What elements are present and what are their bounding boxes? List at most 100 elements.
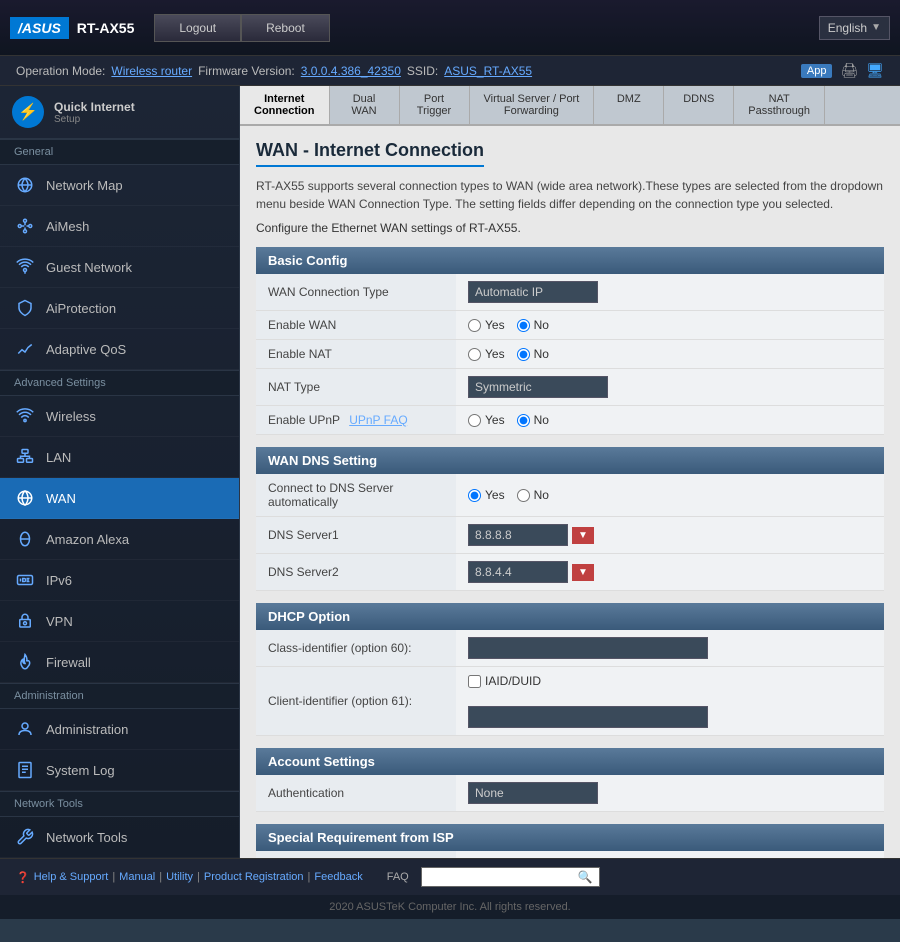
tab-dmz[interactable]: DMZ: [594, 86, 664, 124]
enable-wan-yes-label[interactable]: Yes: [468, 318, 505, 332]
quick-setup-subtitle: Setup: [54, 114, 135, 125]
tab-port-trigger[interactable]: PortTrigger: [400, 86, 470, 124]
enable-wan-yes-radio[interactable]: [468, 319, 481, 332]
router-model: RT-AX55: [77, 20, 135, 36]
connect-dns-yes-radio[interactable]: [468, 489, 481, 502]
client-id-input[interactable]: [468, 706, 708, 728]
tab-nat-passthrough[interactable]: NATPassthrough: [734, 86, 825, 124]
adaptive-qos-label: Adaptive QoS: [46, 342, 126, 357]
enable-upnp-yes-radio[interactable]: [468, 414, 481, 427]
connect-dns-no-radio[interactable]: [517, 489, 530, 502]
client-id-row: Client-identifier (option 61): IAID/DUID: [256, 667, 884, 736]
sidebar-item-wan[interactable]: WAN: [0, 478, 239, 519]
tab-virtual-server[interactable]: Virtual Server / PortForwarding: [470, 86, 595, 124]
sidebar-item-vpn[interactable]: VPN: [0, 601, 239, 642]
enable-wan-cell: Yes No: [456, 311, 884, 340]
enable-wan-no-radio[interactable]: [517, 319, 530, 332]
wan-connection-type-label: WAN Connection Type: [256, 274, 456, 311]
utility-link[interactable]: Utility: [166, 871, 193, 883]
enable-upnp-yes-label[interactable]: Yes: [468, 413, 505, 427]
upnp-faq-link[interactable]: UPnP FAQ: [349, 413, 407, 427]
enable-nat-no-radio[interactable]: [517, 348, 530, 361]
sidebar-item-wireless[interactable]: Wireless: [0, 396, 239, 437]
tab-dual-wan[interactable]: DualWAN: [330, 86, 400, 124]
status-bar: Operation Mode: Wireless router Firmware…: [0, 56, 900, 86]
firmware-label: Firmware Version:: [198, 64, 295, 78]
dns1-arrow-button[interactable]: ▼: [572, 527, 594, 544]
logout-button[interactable]: Logout: [154, 14, 241, 42]
enable-wan-no-label[interactable]: No: [517, 318, 549, 332]
app-badge[interactable]: App: [801, 64, 833, 78]
nat-type-cell: Symmetric Full Cone Restricted Cone Port…: [456, 369, 884, 406]
sidebar-item-network-tools[interactable]: Network Tools: [0, 817, 239, 858]
logo-area: /ASUS RT-AX55: [10, 17, 134, 39]
manual-link[interactable]: Manual: [119, 871, 155, 883]
sidebar-item-administration[interactable]: Administration: [0, 709, 239, 750]
firmware-link[interactable]: 3.0.0.4.386_42350: [301, 64, 401, 78]
help-support-link[interactable]: Help & Support: [34, 871, 109, 883]
sidebar-item-amazon-alexa[interactable]: Amazon Alexa: [0, 519, 239, 560]
basic-config-header: Basic Config: [256, 247, 884, 274]
ssid-label: SSID:: [407, 64, 438, 78]
host-name-cell: [456, 851, 884, 858]
footer-search[interactable]: 🔍: [421, 867, 600, 887]
dns1-input[interactable]: [468, 524, 568, 546]
enable-wan-label: Enable WAN: [256, 311, 456, 340]
lan-label: LAN: [46, 450, 71, 465]
class-id-input[interactable]: [468, 637, 708, 659]
language-selector[interactable]: English ▼: [819, 16, 890, 40]
sidebar-item-network-map[interactable]: Network Map: [0, 165, 239, 206]
special-req-header: Special Requirement from ISP: [256, 824, 884, 851]
quick-setup-text: Quick Internet Setup: [54, 100, 135, 125]
sidebar-item-ipv6[interactable]: IPv6: [0, 560, 239, 601]
footer-search-icon[interactable]: 🔍: [572, 868, 599, 886]
tab-ddns[interactable]: DDNS: [664, 86, 734, 124]
sidebar-item-lan[interactable]: LAN: [0, 437, 239, 478]
enable-upnp-no-radio[interactable]: [517, 414, 530, 427]
dhcp-option-table: Class-identifier (option 60): Client-ide…: [256, 630, 884, 736]
sidebar-item-aiprotection[interactable]: AiProtection: [0, 288, 239, 329]
sidebar-item-firewall[interactable]: Firewall: [0, 642, 239, 683]
faq-label: FAQ: [387, 871, 409, 883]
product-registration-link[interactable]: Product Registration: [204, 871, 304, 883]
enable-upnp-no-label[interactable]: No: [517, 413, 549, 427]
iaid-duid-label[interactable]: IAID/DUID: [468, 674, 872, 688]
print-icon[interactable]: 🖨: [840, 62, 858, 79]
enable-nat-row: Enable NAT Yes No: [256, 340, 884, 369]
iaid-duid-checkbox[interactable]: [468, 675, 481, 688]
feedback-link[interactable]: Feedback: [314, 871, 362, 883]
dhcp-option-header: DHCP Option: [256, 603, 884, 630]
reboot-button[interactable]: Reboot: [241, 14, 330, 42]
nat-type-select[interactable]: Symmetric Full Cone Restricted Cone Port…: [468, 376, 608, 398]
sidebar-item-system-log[interactable]: System Log: [0, 750, 239, 791]
top-bar: /ASUS RT-AX55 Logout Reboot English ▼: [0, 0, 900, 56]
qos-icon: [14, 338, 36, 360]
enable-nat-no-label[interactable]: No: [517, 347, 549, 361]
client-id-cell: IAID/DUID: [456, 667, 884, 736]
connect-dns-no-label[interactable]: No: [517, 488, 549, 502]
authentication-row: Authentication None PAP CHAP MS-CHAP MS-…: [256, 775, 884, 812]
wan-label: WAN: [46, 491, 76, 506]
footer-search-input[interactable]: [422, 869, 572, 885]
sidebar-item-guest-network[interactable]: Guest Network: [0, 247, 239, 288]
enable-upnp-radio-group: Yes No: [468, 413, 872, 427]
sidebar-item-aimesh[interactable]: AiMesh: [0, 206, 239, 247]
dns2-arrow-button[interactable]: ▼: [572, 564, 594, 581]
footer: ❓ Help & Support | Manual | Utility | Pr…: [0, 858, 900, 895]
aimesh-label: AiMesh: [46, 219, 89, 234]
connect-dns-yes-label[interactable]: Yes: [468, 488, 505, 502]
wan-connection-type-select[interactable]: Automatic IP PPPoE PPTP L2TP Static IP: [468, 281, 598, 303]
dns2-input[interactable]: [468, 561, 568, 583]
tab-internet-connection[interactable]: InternetConnection: [240, 86, 330, 124]
enable-nat-yes-label[interactable]: Yes: [468, 347, 505, 361]
top-nav-buttons: Logout Reboot: [154, 14, 329, 42]
monitor-icon[interactable]: 🖥: [866, 62, 884, 79]
operation-mode-link[interactable]: Wireless router: [111, 64, 192, 78]
quick-internet-setup-button[interactable]: ⚡ Quick Internet Setup: [0, 86, 239, 139]
auth-select[interactable]: None PAP CHAP MS-CHAP MS-CHAPv2: [468, 782, 598, 804]
class-id-cell: [456, 630, 884, 667]
ssid-link[interactable]: ASUS_RT-AX55: [444, 64, 532, 78]
enable-nat-yes-radio[interactable]: [468, 348, 481, 361]
sidebar-item-adaptive-qos[interactable]: Adaptive QoS: [0, 329, 239, 370]
ipv6-icon: [14, 569, 36, 591]
